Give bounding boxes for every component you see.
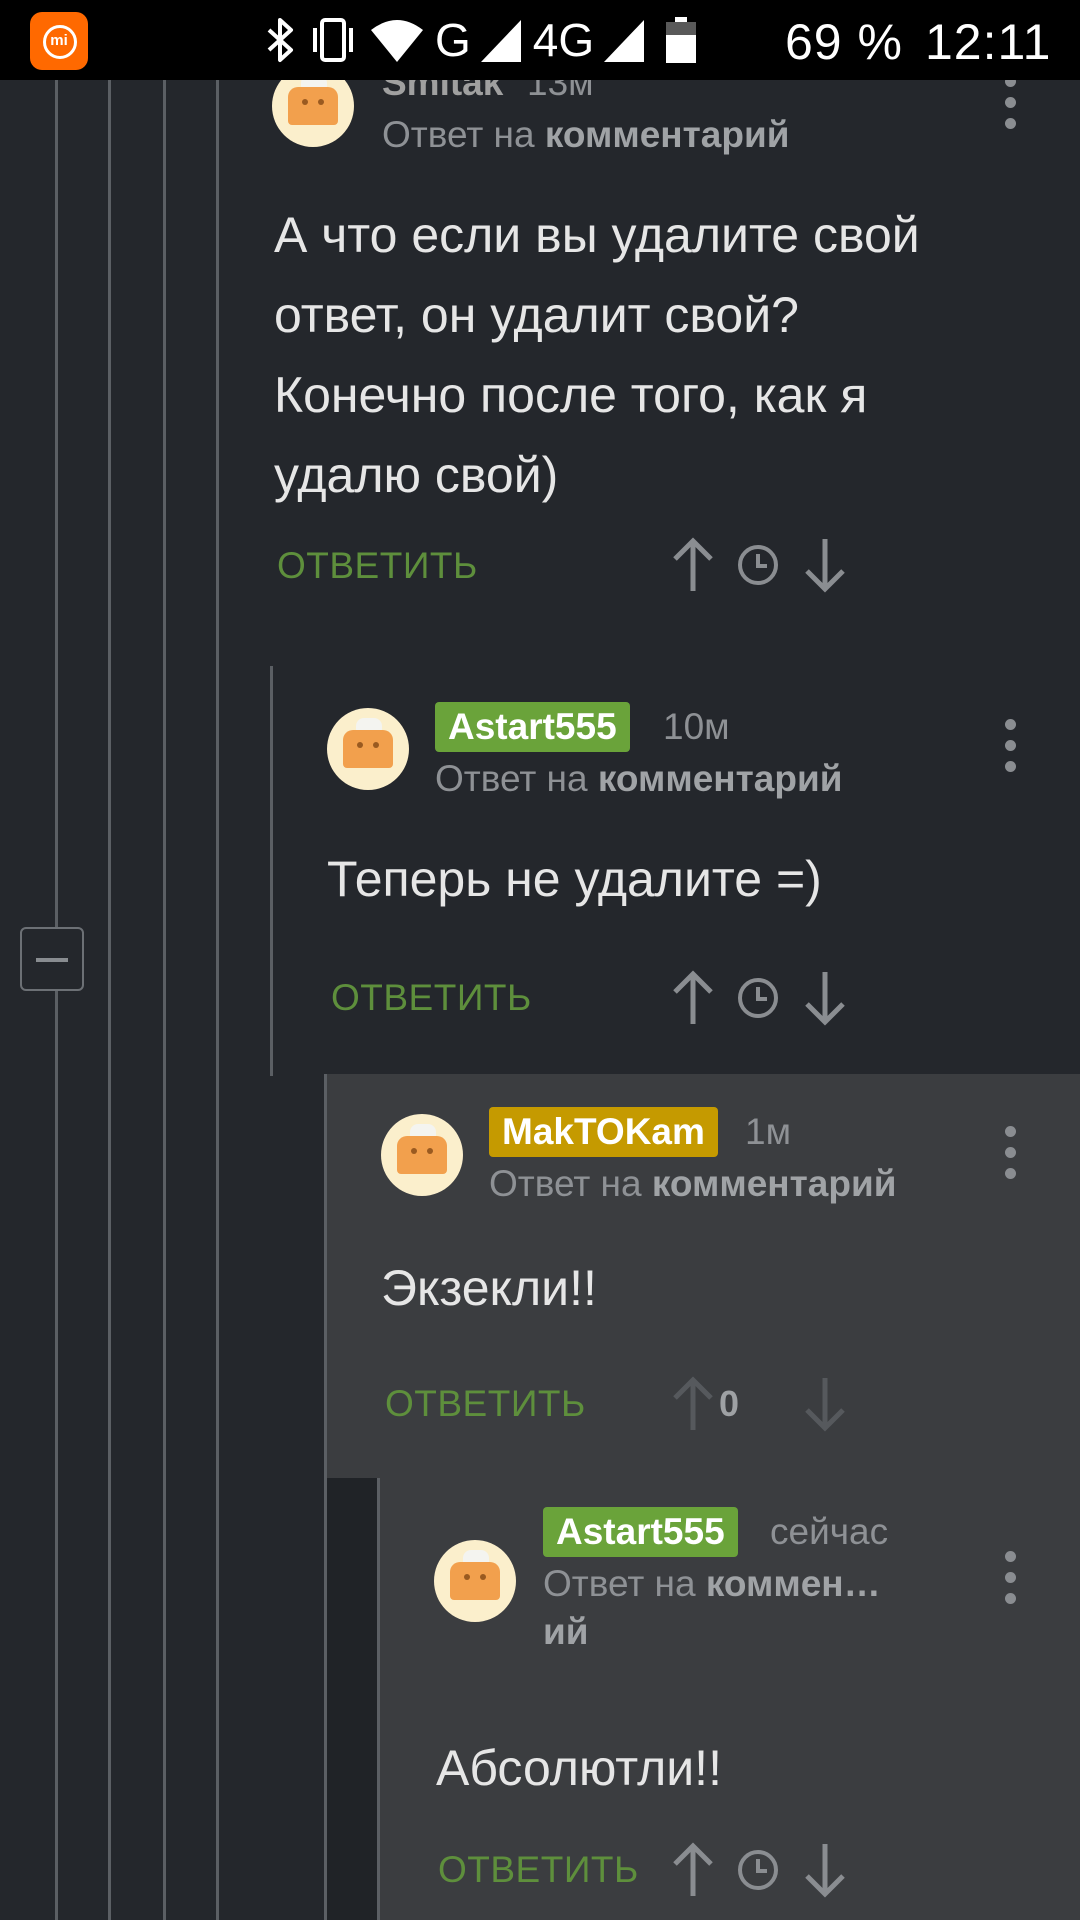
vote-score: 0 — [718, 1383, 740, 1424]
signal-icon — [480, 20, 521, 62]
comment-author[interactable]: Astart555 — [435, 702, 630, 752]
reply-button[interactable]: ОТВЕТИТЬ — [331, 973, 532, 1023]
upvote-icon[interactable] — [670, 968, 716, 1028]
more-vert-icon[interactable] — [1003, 719, 1017, 773]
avatar[interactable] — [327, 708, 409, 790]
status-bar: mi G 4G 69 % 12:11 — [0, 0, 1080, 80]
comment-body: А что если вы удалите свой ответ, он уда… — [274, 207, 920, 503]
reply-button[interactable]: ОТВЕТИТЬ — [438, 1845, 639, 1895]
avatar[interactable] — [434, 1540, 516, 1622]
battery-icon — [666, 17, 697, 63]
network-type-label-2: 4G — [532, 14, 595, 66]
reply-to-link[interactable]: комментарий — [545, 114, 790, 155]
reply-to-line: Ответ на коммен… — [543, 1563, 881, 1604]
comment-body: Экзекли!! — [381, 1260, 597, 1316]
reply-to-line-wrap: ий — [543, 1611, 589, 1652]
downvote-icon[interactable] — [802, 1374, 848, 1434]
comment-body: Теперь не удалите =) — [327, 851, 822, 907]
collapse-icon[interactable] — [20, 927, 84, 991]
thread-line — [216, 80, 219, 1920]
downvote-icon[interactable] — [802, 1840, 848, 1900]
clock-icon[interactable] — [735, 535, 781, 595]
comment-time: 1м — [745, 1111, 792, 1152]
reply-to-link[interactable]: комментарий — [652, 1163, 897, 1204]
comment-body: Абсолютли!! — [436, 1740, 722, 1796]
bluetooth-icon — [267, 18, 293, 62]
reply-button[interactable]: ОТВЕТИТЬ — [385, 1379, 586, 1429]
reply-to-line: Ответ на комментарий — [489, 1163, 897, 1204]
reply-to-link[interactable]: коммен… — [706, 1563, 881, 1604]
upvote-icon[interactable] — [670, 535, 716, 595]
comment-highlighted: MakTOKam 1м Ответ на комментарий Экзекли… — [327, 1074, 1080, 1478]
reply-button[interactable]: ОТВЕТИТЬ — [277, 541, 478, 591]
avatar[interactable] — [381, 1114, 463, 1196]
comment: Astart555 сейчас Ответ на коммен… ий Абс… — [380, 1478, 1080, 1920]
network-type-label: G — [435, 14, 471, 66]
comment-time: 10м — [663, 706, 730, 747]
comment: Astart555 10м Ответ на комментарий Тепер… — [273, 666, 1080, 1076]
thread-line — [108, 80, 111, 1920]
mi-notification-icon: mi — [30, 12, 88, 70]
clock: 12:11 — [925, 14, 1052, 70]
more-vert-icon[interactable] — [1003, 1126, 1017, 1180]
comment-author[interactable]: MakTOKam — [489, 1107, 718, 1157]
vibrate-icon — [313, 18, 353, 62]
comment-author[interactable]: Astart555 — [543, 1507, 738, 1557]
thread-line — [163, 80, 166, 1920]
signal-icon-2 — [604, 20, 645, 62]
clock-icon[interactable] — [735, 968, 781, 1028]
clock-icon[interactable] — [735, 1840, 781, 1900]
more-vert-icon[interactable] — [1003, 1551, 1017, 1605]
reply-to-link[interactable]: комментарий — [598, 758, 843, 799]
downvote-icon[interactable] — [802, 535, 848, 595]
comment-time: сейчас — [770, 1511, 889, 1552]
wifi-icon — [371, 20, 423, 62]
more-vert-icon[interactable] — [1003, 76, 1017, 130]
thread-gutter — [327, 1478, 377, 1920]
battery-percent: 69 % — [785, 14, 903, 70]
reply-to-line: Ответ на комментарий — [382, 114, 790, 155]
upvote-icon[interactable] — [670, 1840, 716, 1900]
thread-line — [55, 80, 58, 1920]
comment: Smitak 13м Ответ на комментарий А что ес… — [222, 62, 1080, 640]
reply-to-line: Ответ на комментарий — [435, 758, 843, 799]
downvote-icon[interactable] — [802, 968, 848, 1028]
